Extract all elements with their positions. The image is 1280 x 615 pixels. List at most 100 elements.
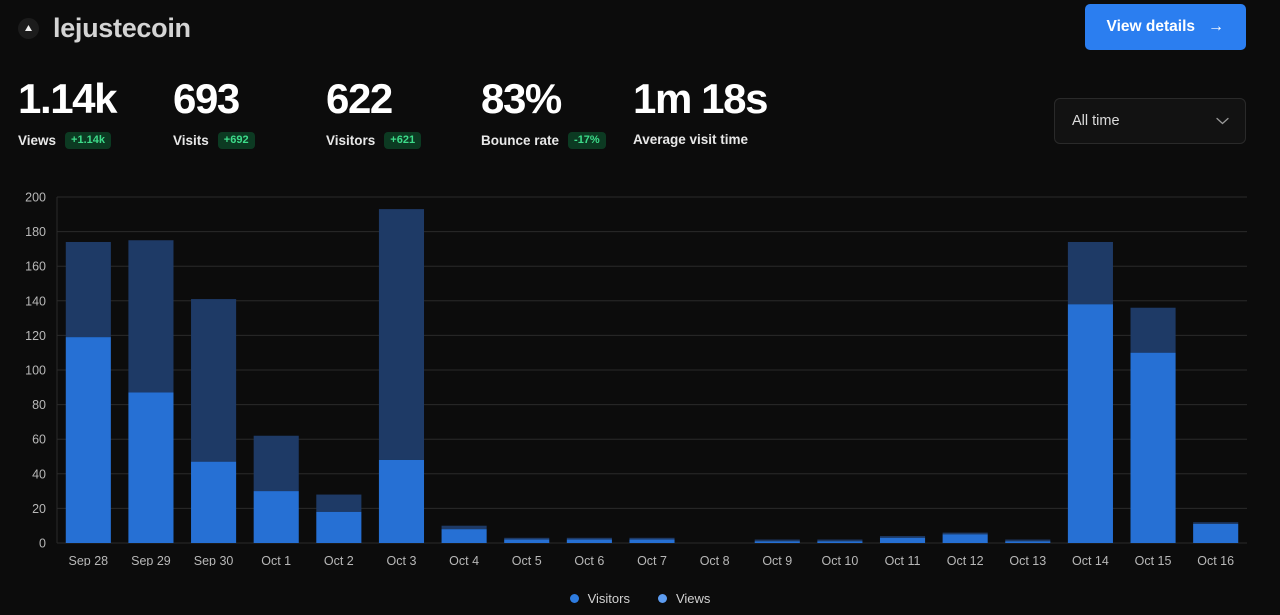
- bar-visitors[interactable]: [942, 534, 988, 543]
- stat-value: 693: [173, 75, 240, 122]
- x-axis-tick-label: Oct 1: [261, 554, 291, 566]
- stat-change-badge: +1.14k: [65, 132, 111, 149]
- stat-card: 622 Visitors +621: [326, 75, 481, 149]
- x-axis-tick-label: Oct 10: [821, 554, 858, 566]
- bar-views[interactable]: [629, 537, 675, 540]
- bar-visitors[interactable]: [441, 529, 487, 543]
- stats-row: 1.14k Views +1.14k 693 Visits +692 622 Visitors…: [18, 75, 793, 149]
- y-axis-tick-label: 40: [32, 467, 46, 481]
- chart-canvas: 0 20 40 60 80 100 120 140 160 180 200 Sep 28 Sep 29 S…: [25, 191, 1247, 566]
- x-axis-tick-label: Oct 5: [512, 554, 542, 566]
- x-axis-tick-label: Oct 6: [574, 554, 604, 566]
- bar-views[interactable]: [504, 537, 550, 540]
- y-axis-tick-label: 120: [25, 329, 46, 343]
- x-axis-tick-label: Oct 9: [762, 554, 792, 566]
- x-axis-tick-label: Sep 28: [69, 554, 109, 566]
- y-axis-tick-label: 0: [39, 537, 46, 551]
- bar-visitors[interactable]: [566, 539, 612, 543]
- bar-views[interactable]: [191, 299, 237, 462]
- stat-value: 83%: [481, 75, 562, 122]
- stat-change-badge: -17%: [568, 132, 606, 149]
- bar-visitors[interactable]: [1005, 541, 1051, 543]
- view-details-label: View details: [1106, 18, 1195, 35]
- bar-visitors[interactable]: [378, 459, 425, 543]
- legend-item-views[interactable]: Views: [657, 591, 710, 606]
- x-axis-tick-label: Oct 15: [1135, 554, 1172, 566]
- triangle-up-icon: [18, 17, 39, 39]
- x-axis-tick-label: Oct 13: [1009, 554, 1046, 566]
- x-axis-tick-label: Oct 8: [700, 554, 730, 566]
- bar-visitors[interactable]: [629, 539, 675, 543]
- stat-value: 622: [326, 75, 393, 122]
- bar-visitors[interactable]: [504, 539, 550, 543]
- stat-card: 1.14k Views +1.14k: [18, 75, 173, 149]
- bar-visitors[interactable]: [128, 392, 174, 543]
- legend-item-visitors[interactable]: Visitors: [569, 591, 630, 606]
- y-axis-tick-label: 180: [25, 225, 46, 239]
- stat-card: 83% Bounce rate -17%: [481, 75, 633, 149]
- x-axis-tick-label: Oct 16: [1197, 554, 1234, 566]
- bar-visitors[interactable]: [1130, 352, 1176, 543]
- time-range-value: All time: [1072, 113, 1120, 129]
- bar-views[interactable]: [378, 209, 425, 460]
- legend-label: Visitors: [587, 591, 630, 606]
- stat-label: Bounce rate: [481, 133, 560, 148]
- bar-views[interactable]: [879, 536, 926, 538]
- bar-visitors[interactable]: [191, 461, 237, 543]
- x-axis-tick-label: Oct 11: [885, 554, 921, 566]
- bar-views[interactable]: [1193, 522, 1239, 524]
- bar-views[interactable]: [128, 240, 174, 393]
- stat-label: Visitors: [326, 133, 376, 148]
- stat-card: 693 Visits +692: [173, 75, 326, 149]
- bar-views[interactable]: [253, 435, 299, 492]
- bar-visitors[interactable]: [817, 541, 863, 543]
- brand: lejustecoin: [0, 13, 191, 44]
- x-axis-tick-label: Sep 30: [194, 554, 234, 566]
- view-details-button[interactable]: View details →: [1084, 4, 1246, 50]
- bar-views[interactable]: [441, 525, 487, 530]
- y-axis-tick-label: 80: [32, 398, 46, 412]
- traffic-chart: 0 20 40 60 80 100 120 140 160 180 200 Sep 28 Sep 29 S…: [0, 186, 1280, 615]
- bar-views[interactable]: [942, 532, 988, 535]
- stat-footer: Average visit time: [633, 132, 793, 147]
- stat-footer: Visitors +621: [326, 132, 481, 149]
- stat-footer: Bounce rate -17%: [481, 132, 633, 149]
- stat-card: 1m 18s Average visit time: [633, 75, 793, 149]
- y-axis-tick-label: 20: [32, 502, 46, 516]
- bar-views[interactable]: [566, 537, 612, 540]
- x-axis-tick-label: Oct 4: [449, 554, 479, 566]
- bar-visitors[interactable]: [1067, 304, 1113, 543]
- bar-visitors[interactable]: [65, 337, 111, 543]
- stat-label: Views: [18, 133, 57, 148]
- chevron-down-icon: [1216, 112, 1229, 130]
- stat-change-badge: +621: [384, 132, 422, 149]
- x-axis-tick-label: Oct 3: [387, 554, 417, 566]
- bar-views[interactable]: [1130, 307, 1176, 353]
- legend-dot-icon: [657, 594, 667, 603]
- bar-visitors[interactable]: [316, 511, 362, 543]
- bar-visitors[interactable]: [879, 537, 926, 543]
- x-axis-tick-label: Oct 14: [1072, 554, 1109, 566]
- stat-label: Average visit time: [633, 132, 749, 147]
- bar-views[interactable]: [754, 539, 800, 542]
- bar-views[interactable]: [65, 241, 111, 338]
- analytics-dashboard: lejustecoin View details → 1.14k Views +1.…: [0, 0, 1280, 615]
- arrow-right-icon: →: [1208, 18, 1224, 35]
- y-axis-tick-label: 140: [25, 294, 46, 308]
- y-axis-tick-label: 200: [25, 191, 46, 205]
- bar-views[interactable]: [1005, 539, 1051, 542]
- bar-views[interactable]: [817, 539, 863, 542]
- legend-dot-icon: [569, 594, 579, 603]
- page-header: lejustecoin View details →: [0, 0, 1280, 56]
- time-range-select[interactable]: All time: [1054, 98, 1246, 144]
- bar-views[interactable]: [316, 494, 362, 512]
- bar-visitors[interactable]: [1193, 523, 1239, 543]
- y-axis-tick-label: 100: [25, 364, 46, 378]
- bar-visitors[interactable]: [253, 491, 299, 543]
- bar-visitors[interactable]: [754, 541, 800, 543]
- stat-value: 1m 18s: [633, 75, 768, 122]
- stat-change-badge: +692: [217, 132, 255, 149]
- y-axis-tick-label: 160: [25, 260, 46, 274]
- stat-value: 1.14k: [18, 75, 118, 122]
- bar-views[interactable]: [1067, 241, 1113, 305]
